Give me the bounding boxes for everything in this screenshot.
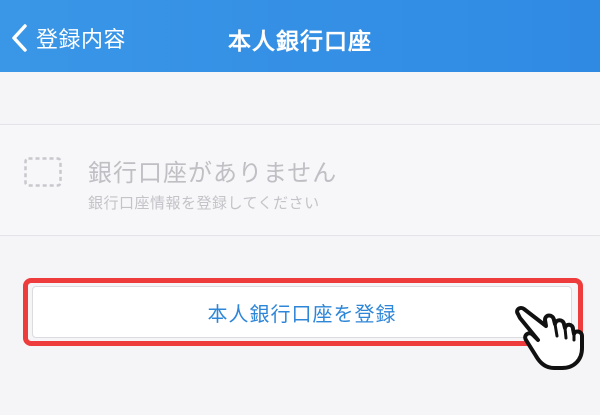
screen: 登録内容 本人銀行口座 銀行口座がありません 銀行口座情報を登録してください 本… (0, 0, 600, 415)
register-button-label: 本人銀行口座を登録 (207, 301, 397, 326)
empty-state-subtitle: 銀行口座情報を登録してください (88, 194, 320, 212)
empty-state-title: 銀行口座がありません (88, 159, 338, 187)
register-bank-account-button[interactable]: 本人銀行口座を登録 (32, 286, 572, 338)
navigation-bar: 登録内容 本人銀行口座 (0, 0, 600, 72)
page-title: 本人銀行口座 (228, 29, 372, 55)
dashed-box-icon (24, 157, 62, 187)
pointing-hand-icon (515, 305, 584, 370)
empty-state-card: 銀行口座がありません 銀行口座情報を登録してください (0, 124, 600, 236)
